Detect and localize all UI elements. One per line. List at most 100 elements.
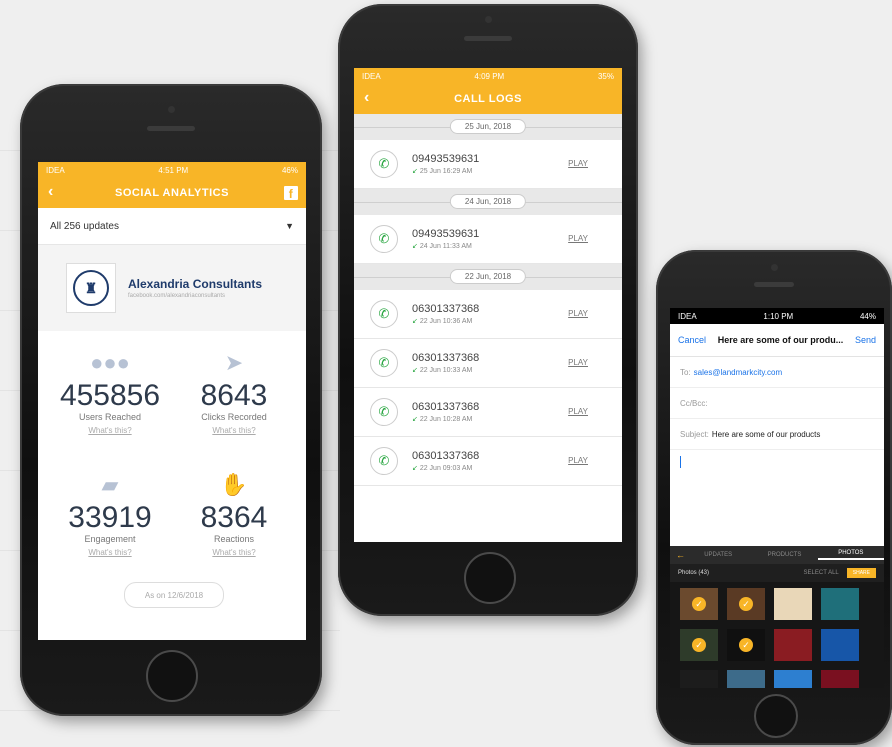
- send-button[interactable]: Send: [855, 335, 876, 345]
- check-icon: ✓: [739, 597, 753, 611]
- facebook-icon[interactable]: f: [284, 186, 298, 201]
- photo-thumbnail[interactable]: [727, 670, 765, 688]
- whats-this-link[interactable]: What's this?: [174, 548, 294, 557]
- incoming-arrow-icon: ↙: [412, 318, 418, 325]
- cancel-button[interactable]: Cancel: [678, 335, 706, 345]
- date-header: 22 Jun, 2018: [354, 264, 622, 290]
- call-number: 09493539631: [412, 228, 480, 240]
- filter-label: All 256 updates: [50, 220, 119, 232]
- status-bar: IDEA 4:09 PM 35%: [354, 68, 622, 84]
- call-row[interactable]: ✆ 06301337368 ↙ 22 Jun 10:36 AM PLAY: [354, 290, 622, 339]
- back-chevron-icon[interactable]: ‹: [364, 89, 370, 107]
- clock: 4:09 PM: [474, 71, 505, 81]
- whats-this-link[interactable]: What's this?: [50, 426, 170, 435]
- carrier-label: IDEA: [362, 71, 381, 81]
- status-bar: IDEA 4:51 PM 46%: [38, 162, 306, 178]
- call-number: 09493539631: [412, 153, 480, 165]
- battery-label: 35%: [597, 71, 614, 81]
- screen: IDEA 4:51 PM 46% ‹ SOCIAL ANALYTICS f Al…: [38, 162, 306, 640]
- page-title: SOCIAL ANALYTICS: [115, 187, 229, 199]
- photo-thumbnail[interactable]: ✓: [680, 629, 718, 661]
- play-button[interactable]: PLAY: [568, 407, 588, 416]
- play-button[interactable]: PLAY: [568, 309, 588, 318]
- clock: 1:10 PM: [763, 311, 794, 321]
- photo-thumbnail[interactable]: ✓: [680, 588, 718, 620]
- subject-value: Here are some of our products: [711, 429, 821, 439]
- call-row[interactable]: ✆ 06301337368 ↙ 22 Jun 10:28 AM PLAY: [354, 388, 622, 437]
- check-icon: ✓: [692, 597, 706, 611]
- cc-bcc-field[interactable]: Cc/Bcc:: [670, 388, 884, 419]
- earpiece-speaker: [754, 282, 794, 287]
- nav-bar: ‹ CALL LOGS: [354, 84, 622, 114]
- whats-this-link[interactable]: What's this?: [174, 426, 294, 435]
- photo-thumbnail[interactable]: [680, 670, 718, 688]
- stat-value: 8643: [200, 379, 268, 412]
- photo-thumbnail[interactable]: [821, 629, 859, 661]
- updates-filter-dropdown[interactable]: All 256 updates ▼: [38, 208, 306, 245]
- subject-field[interactable]: Subject: Here are some of our products: [670, 419, 884, 450]
- date-header: 25 Jun, 2018: [354, 114, 622, 140]
- photo-thumbnail[interactable]: [821, 588, 859, 620]
- play-button[interactable]: PLAY: [568, 234, 588, 243]
- phone-social-analytics: IDEA 4:51 PM 46% ‹ SOCIAL ANALYTICS f Al…: [20, 84, 322, 716]
- stat-clicks-recorded: ➤ 8643 Clicks Recorded What's this?: [174, 350, 294, 435]
- photo-thumbnail[interactable]: [774, 588, 812, 620]
- date-chip: 25 Jun, 2018: [449, 119, 527, 134]
- phone-icon: ✆: [370, 300, 398, 328]
- photo-thumbnail[interactable]: ✓: [727, 629, 765, 661]
- phone-icon: ✆: [370, 225, 398, 253]
- company-logo: ♜: [66, 263, 116, 313]
- call-row[interactable]: ✆ 09493539631 ↙ 24 Jun 11:33 AM PLAY: [354, 215, 622, 264]
- call-row[interactable]: ✆ 06301337368 ↙ 22 Jun 09:03 AM PLAY: [354, 437, 622, 486]
- front-camera: [168, 106, 175, 113]
- home-button[interactable]: [146, 650, 198, 702]
- photo-thumbnail[interactable]: [821, 670, 859, 688]
- photo-thumbnail[interactable]: [774, 670, 812, 688]
- cursor-icon: ➤: [224, 350, 244, 375]
- photos-toolbar: Photos (43) SELECT ALL SHARE: [670, 564, 884, 582]
- photo-thumbnail[interactable]: ✓: [727, 588, 765, 620]
- incoming-arrow-icon: ↙: [412, 465, 418, 472]
- tab-bar: ← UPDATES PRODUCTS PHOTOS: [670, 546, 884, 564]
- back-chevron-icon[interactable]: ‹: [48, 183, 54, 201]
- phone-icon: ✆: [370, 398, 398, 426]
- phone-icon: ✆: [370, 447, 398, 475]
- photo-thumbnail[interactable]: [774, 629, 812, 661]
- chat-icon: ▰: [101, 472, 119, 497]
- stat-label: Clicks Recorded: [201, 412, 267, 422]
- tab-photos[interactable]: PHOTOS: [817, 550, 884, 560]
- stat-label: Users Reached: [78, 412, 142, 422]
- mail-body[interactable]: [670, 450, 884, 522]
- home-button[interactable]: [464, 552, 516, 604]
- incoming-arrow-icon: ↙: [412, 243, 418, 250]
- date-chip: 24 Jun, 2018: [449, 194, 527, 209]
- whats-this-link[interactable]: What's this?: [50, 548, 170, 557]
- mail-header: Cancel Here are some of our produ... Sen…: [670, 324, 884, 357]
- call-time: 25 Jun 16:29 AM: [419, 168, 473, 175]
- share-button[interactable]: SHARE: [846, 568, 876, 578]
- play-button[interactable]: PLAY: [568, 159, 588, 168]
- call-row[interactable]: ✆ 06301337368 ↙ 22 Jun 10:33 AM PLAY: [354, 339, 622, 388]
- earpiece-speaker: [147, 126, 195, 131]
- subject-label: Subject:: [680, 429, 709, 439]
- to-label: To:: [680, 367, 691, 377]
- carrier-label: IDEA: [46, 165, 65, 175]
- photo-grid: ✓ ✓ ✓ ✓: [670, 582, 884, 688]
- tab-products[interactable]: PRODUCTS: [751, 552, 817, 558]
- tab-updates[interactable]: UPDATES: [685, 552, 751, 558]
- status-bar: IDEA 1:10 PM 44%: [670, 308, 884, 324]
- select-all-button[interactable]: SELECT ALL: [804, 570, 839, 576]
- text-cursor: [680, 456, 681, 468]
- play-button[interactable]: PLAY: [568, 456, 588, 465]
- to-field[interactable]: To: sales@landmarkcity.com: [670, 357, 884, 388]
- clock: 4:51 PM: [158, 165, 189, 175]
- phone-mail-compose: IDEA 1:10 PM 44% Cancel Here are some of…: [656, 250, 892, 745]
- play-button[interactable]: PLAY: [568, 358, 588, 367]
- date-header: 24 Jun, 2018: [354, 189, 622, 215]
- incoming-arrow-icon: ↙: [412, 416, 418, 423]
- home-button[interactable]: [754, 694, 798, 738]
- carrier-label: IDEA: [678, 311, 697, 321]
- call-row[interactable]: ✆ 09493539631 ↙ 25 Jun 16:29 AM PLAY: [354, 140, 622, 189]
- back-arrow-icon[interactable]: ←: [670, 550, 685, 560]
- photos-count: Photos (43): [678, 570, 710, 576]
